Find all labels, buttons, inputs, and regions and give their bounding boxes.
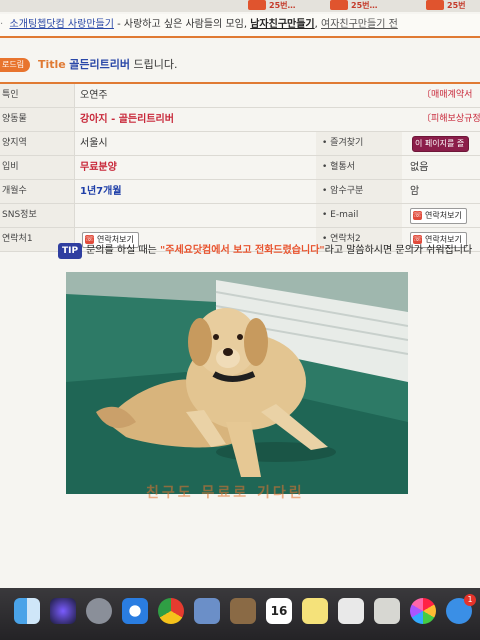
gender-label: • 암수구분 [316, 180, 402, 203]
contacts-icon[interactable] [230, 598, 256, 624]
email-view-button[interactable]: ☏ 연락처보기 [410, 208, 467, 224]
launchpad-icon[interactable] [86, 598, 112, 624]
region-value: 서울시 [80, 138, 108, 149]
sns-label: SNS정보 [0, 204, 75, 227]
tip-highlight: "주세요닷컴에서 보고 전화드렸습니다" [160, 245, 325, 256]
fee-label: 입비 [0, 156, 75, 179]
photo-caption: 친구도 무료로 기다린 [146, 485, 305, 501]
title-badge: 로드림 [0, 58, 31, 72]
gender-value: 암 [410, 186, 420, 197]
love-making-link[interactable]: 소개팅쳅닷컴 사랑만들기 [10, 19, 114, 30]
inquiry-tip: TIP 문의를 하실 때는 "주세요닷컴에서 보고 전화드렸습니다"라고 말씀하시… [58, 243, 472, 259]
animal-value: 강아지 - 골든리트리버 [80, 114, 174, 125]
damage-compensation-link[interactable]: 〔피해보상규정 [422, 108, 480, 131]
title-suffix: 드립니다. [133, 58, 178, 71]
title-pet-name: 골든리트리버 [69, 58, 130, 71]
contact-icon: ☏ [413, 211, 422, 220]
notification-badge: 1 [464, 594, 476, 606]
bookmark-page-button[interactable]: 이 페이지를 즐 [412, 136, 470, 152]
promo-tab-3[interactable]: 25번 [426, 0, 466, 10]
info-row-owner: 특인 오연주 〔매매계약서 [0, 84, 480, 108]
animal-label: 양동물 [0, 108, 75, 131]
golden-retriever-image [66, 272, 408, 494]
owner-label: 특인 [0, 84, 75, 107]
boyfriend-link[interactable]: 남자친구만들기 [250, 19, 314, 30]
promo-tab-1[interactable]: 25번… [248, 0, 296, 10]
sales-contract-link[interactable]: 〔매매계약서 [422, 84, 472, 107]
girlfriend-link[interactable]: 여자친구만들기 전 [321, 19, 398, 30]
chrome-icon[interactable] [158, 598, 184, 624]
page-title: Title 골든리트리버 드립니다. [38, 58, 177, 72]
info-row-sns: SNS정보 • E-mail ☏ 연락처보기 [0, 204, 480, 228]
browser-page: 25번… 25번… 25번 · 소개팅쳅닷컴 사랑만들기 - 사랑하고 싶은 사… [0, 0, 480, 588]
photo-viewer-icon[interactable] [374, 598, 400, 624]
owner-value: 오연주 [80, 90, 108, 101]
tip-badge: TIP [58, 243, 83, 259]
promo-tab-2[interactable]: 25번… [330, 0, 378, 10]
info-row-fee: 입비 무료분양 • 혈통서 없음 [0, 156, 480, 180]
top-promo-strip: 25번… 25번… 25번 [0, 0, 480, 12]
notes-icon[interactable] [302, 598, 328, 624]
post-title-row: 로드림 Title 골든리트리버 드립니다. [0, 54, 480, 76]
site-link-bar: · 소개팅쳅닷컴 사랑만들기 - 사랑하고 싶은 사람들의 모임, 남자친구만들… [0, 14, 480, 38]
calendar-icon[interactable]: 16 [266, 598, 292, 624]
finder-icon[interactable] [14, 598, 40, 624]
pedigree-label: • 혈통서 [316, 156, 402, 179]
reminders-icon[interactable] [338, 598, 364, 624]
title-label: Title [38, 58, 66, 71]
macos-dock: 16 1 [0, 588, 480, 640]
siri-icon[interactable] [50, 598, 76, 624]
pet-info-table: 특인 오연주 〔매매계약서 양동물 강아지 - 골든리트리버 〔피해보상규정 양… [0, 82, 480, 252]
link-bar-description: - 사랑하고 싶은 사람들의 모임, [117, 19, 248, 30]
region-label: 양지역 [0, 132, 75, 155]
safari-icon[interactable] [122, 598, 148, 624]
age-value: 1년7개월 [80, 186, 122, 197]
pedigree-value: 없음 [410, 162, 429, 173]
email-label: • E-mail [316, 204, 402, 227]
dog-photo[interactable] [66, 272, 408, 494]
info-row-age: 개월수 1년7개월 • 암수구분 암 [0, 180, 480, 204]
info-row-animal: 양동물 강아지 - 골든리트리버 〔피해보상규정 [0, 108, 480, 132]
fee-value: 무료분양 [80, 162, 117, 173]
age-label: 개월수 [0, 180, 75, 203]
info-row-region: 양지역 서울시 • 즐겨찾기 이 페이지를 즐 [0, 132, 480, 156]
preview-icon[interactable] [194, 598, 220, 624]
photos-icon[interactable] [410, 598, 436, 624]
bookmark-label: • 즐겨찾기 [316, 132, 402, 155]
